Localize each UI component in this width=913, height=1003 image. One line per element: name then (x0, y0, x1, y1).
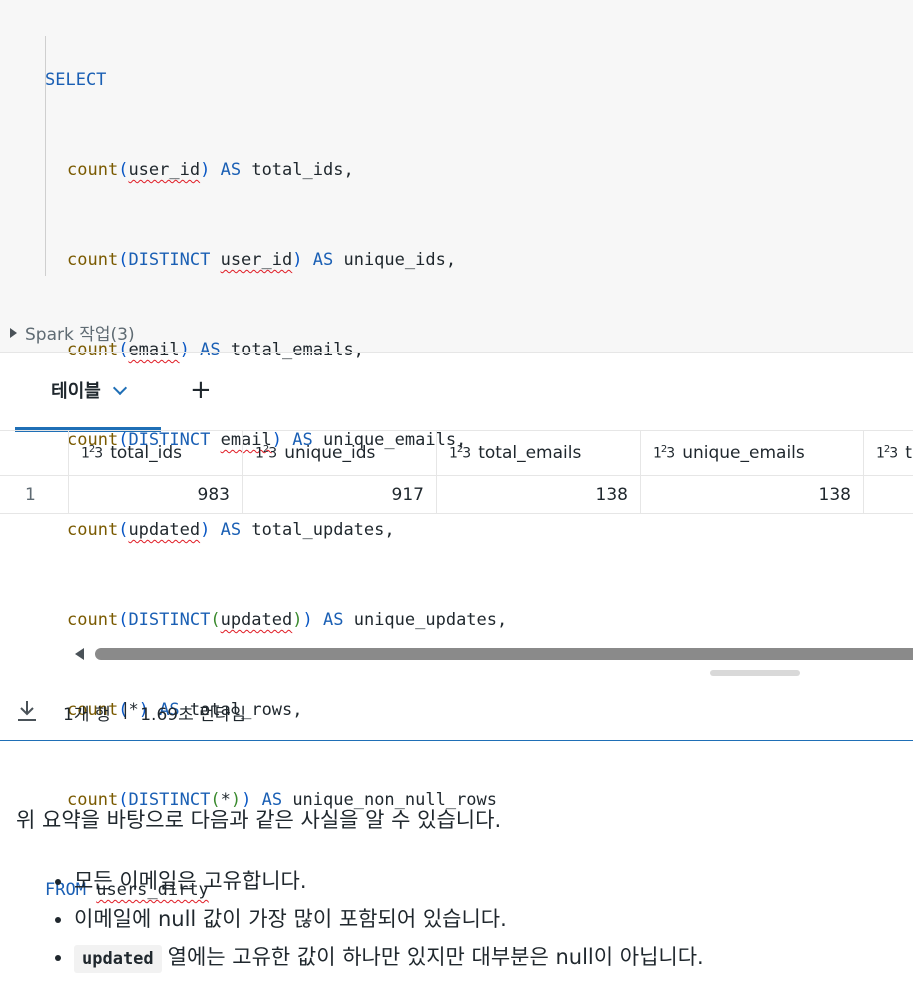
keyword-select: SELECT (45, 70, 107, 90)
list-item: 이메일에 null 값이 가장 많이 포함되어 있습니다. (74, 900, 896, 938)
column-header-total-updates[interactable]: 123 t (863, 431, 913, 475)
grid-header-row: 123 total_ids 123 unique_ids 123 total_e… (0, 430, 913, 476)
cell-total-ids[interactable]: 983 (68, 476, 242, 513)
column-header-unique-emails[interactable]: 123 unique_emails (640, 431, 863, 475)
summary-intro: 위 요약을 바탕으로 다음과 같은 사실을 알 수 있습니다. (16, 808, 502, 832)
integer-type-icon: 123 (81, 444, 103, 462)
column-header-unique-ids[interactable]: 123 unique_ids (242, 431, 436, 475)
integer-type-icon: 123 (876, 444, 898, 462)
row-count: 1개 행 (63, 705, 111, 725)
resize-handle[interactable] (710, 670, 800, 676)
scroll-left-arrow-icon[interactable] (75, 648, 84, 660)
list-item: updated열에는 고유한 값이 하나만 있지만 대부분은 null이 아닙니… (74, 938, 896, 978)
spark-jobs-label: Spark 작업(3) (25, 325, 135, 345)
code-cell[interactable]: SELECT count(user_id) AS total_ids, coun… (0, 0, 913, 900)
result-tabs: 테이블 + (0, 352, 913, 432)
result-status: 1개 행 | 1.69초 런타임 (63, 700, 246, 725)
summary-list: 모든 이메일은 고유합니다. 이메일에 null 값이 가장 많이 포함되어 있… (16, 862, 896, 978)
tab-table-label: 테이블 (51, 381, 101, 402)
row-number: 1 (25, 484, 36, 505)
result-grid: 123 total_ids 123 unique_ids 123 total_e… (0, 430, 913, 514)
tab-table[interactable]: 테이블 (15, 353, 161, 432)
horizontal-scrollbar-thumb[interactable] (95, 648, 913, 660)
cell-unique-emails[interactable]: 138 (640, 476, 863, 513)
code-line-5: count(updated) AS total_updates, (67, 520, 395, 540)
list-item: 모든 이메일은 고유합니다. (74, 862, 896, 900)
cell-total-updates[interactable] (863, 476, 913, 513)
column-header-total-emails[interactable]: 123 total_emails (436, 431, 640, 475)
row-number-header (0, 431, 68, 475)
markdown-cell: 위 요약을 바탕으로 다음과 같은 사실을 알 수 있습니다. 모든 이메일은 … (16, 800, 896, 978)
code-line-1: count(user_id) AS total_ids, (67, 160, 354, 180)
code-line-6: count(DISTINCT(updated)) AS unique_updat… (67, 610, 508, 630)
column-header-total-ids[interactable]: 123 total_ids (68, 431, 242, 475)
spark-jobs-toggle[interactable]: Spark 작업(3) (10, 320, 135, 345)
inline-code: updated (74, 945, 162, 973)
table-row: 1 983 917 138 138 (0, 476, 913, 514)
runtime: 1.69초 런타임 (140, 705, 247, 725)
integer-type-icon: 123 (449, 444, 471, 462)
download-icon[interactable] (16, 699, 38, 723)
integer-type-icon: 123 (653, 444, 675, 462)
add-tab-button[interactable]: + (190, 375, 212, 405)
cell-total-emails[interactable]: 138 (436, 476, 640, 513)
caret-right-icon (10, 327, 17, 338)
cell-unique-ids[interactable]: 917 (242, 476, 436, 513)
separator: | (122, 700, 129, 720)
result-footer: 1개 행 | 1.69초 런타임 (0, 690, 913, 741)
code-line-2: count(DISTINCT user_id) AS unique_ids, (67, 250, 457, 270)
chevron-down-icon[interactable] (112, 380, 127, 395)
integer-type-icon: 123 (255, 444, 277, 462)
